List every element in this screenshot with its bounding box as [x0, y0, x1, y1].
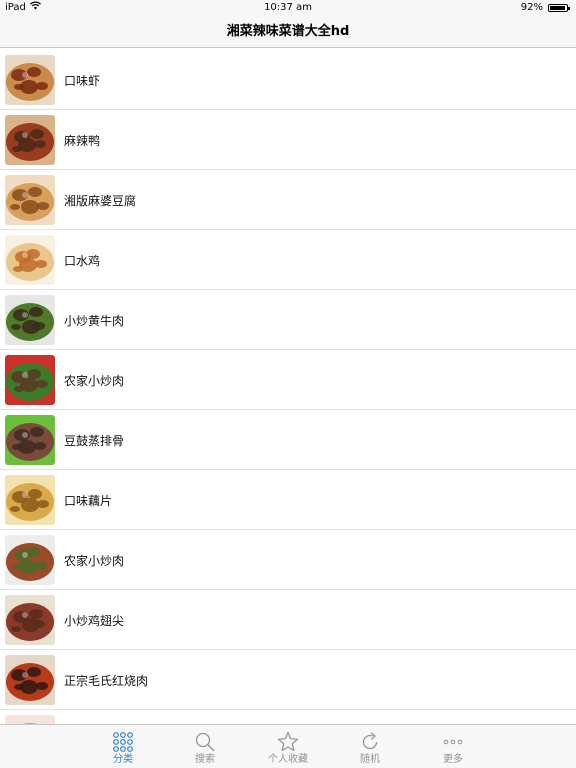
recipe-row[interactable]: 口味虾: [0, 50, 576, 110]
recipe-row[interactable]: 豆鼓蒸排骨: [0, 410, 576, 470]
tab-more[interactable]: 更多: [418, 725, 488, 768]
recipe-row[interactable]: 正宗毛氏红烧肉: [0, 650, 576, 710]
recipe-row[interactable]: 口味藕片: [0, 470, 576, 530]
recipe-thumbnail: [5, 55, 55, 105]
recipe-name: 农家小炒肉: [64, 553, 125, 568]
dish-photo: [5, 115, 55, 165]
refresh-icon: [335, 731, 405, 753]
recipe-thumbnail: [5, 415, 55, 465]
battery-cap: [568, 7, 570, 10]
recipe-list[interactable]: 口味虾 麻辣鸭 湘版麻婆豆腐 口水鸡 小炒黄牛肉 农家小炒肉 豆鼓蒸排骨 口味藕片 农家小炒肉小…: [0, 50, 576, 724]
recipe-thumbnail: [5, 355, 55, 405]
search-icon: [170, 731, 240, 753]
navigation-bar: 湘菜辣味菜谱大全hd: [0, 16, 576, 48]
recipe-thumbnail: [5, 115, 55, 165]
tab-search[interactable]: 搜索: [170, 725, 240, 768]
dish-photo: [5, 175, 55, 225]
battery-percent: 92%: [520, 2, 543, 13]
recipe-row[interactable]: 口水鸡: [0, 230, 576, 290]
star-icon: [253, 731, 323, 753]
recipe-row[interactable]: 农家小炒肉: [0, 530, 576, 590]
recipe-name: 口味虾: [64, 73, 101, 88]
recipe-thumbnail: [5, 595, 55, 645]
dish-photo: [5, 235, 55, 285]
recipe-row[interactable]: 湘版麻婆豆腐: [0, 170, 576, 230]
recipe-thumbnail: [5, 175, 55, 225]
tab-bar: 分类 搜索 个人收藏 随机 更多: [0, 724, 576, 768]
tab-label: 更多: [443, 754, 463, 765]
recipe-name: 正宗毛氏红烧肉: [64, 673, 149, 688]
recipe-name: 农家小炒肉: [64, 373, 125, 388]
recipe-thumbnail: [5, 295, 55, 345]
recipe-name: 麻辣鸭: [64, 133, 101, 148]
dish-photo: [5, 295, 55, 345]
status-bar: iPad 10:37 am 92%: [0, 0, 576, 16]
dish-photo: [5, 475, 55, 525]
battery-fill: [550, 6, 565, 10]
recipe-row[interactable]: 小炒鸡翅尖: [0, 590, 576, 650]
dish-photo: [5, 415, 55, 465]
page-title: 湘菜辣味菜谱大全hd: [226, 24, 350, 39]
recipe-thumbnail: [5, 655, 55, 705]
recipe-name: 湘版麻婆豆腐: [64, 193, 137, 208]
recipe-name: 小炒鸡翅尖: [64, 613, 125, 628]
recipe-row[interactable]: 农家小炒肉: [0, 350, 576, 410]
tab-label: 个人收藏: [268, 754, 308, 765]
recipe-thumbnail: [5, 475, 55, 525]
dish-photo: [5, 55, 55, 105]
dish-photo: [5, 355, 55, 405]
status-time: 10:37 am: [264, 2, 312, 13]
dish-photo: [5, 535, 55, 585]
dish-photo: [5, 715, 55, 724]
tab-label: 随机: [360, 754, 380, 765]
tab-star[interactable]: 个人收藏: [253, 725, 323, 768]
recipe-row[interactable]: [0, 710, 576, 724]
recipe-name: 豆鼓蒸排骨: [64, 433, 125, 448]
recipe-name: 口水鸡: [64, 253, 101, 268]
app-screen: iPad 10:37 am 92% 湘菜辣味菜谱大全hd 口味虾麻辣鸭湘版麻婆豆…: [0, 0, 576, 768]
recipe-thumbnail: [5, 715, 55, 724]
recipe-thumbnail: [5, 235, 55, 285]
recipe-thumbnail: [5, 535, 55, 585]
status-right: 92%: [521, 0, 570, 16]
more-icon: [418, 731, 488, 753]
recipe-name: 口味藕片: [64, 493, 113, 508]
recipe-row[interactable]: 小炒黄牛肉: [0, 290, 576, 350]
battery-icon: [548, 4, 570, 12]
tab-label: 分类: [113, 754, 133, 765]
dish-photo: [5, 595, 55, 645]
grid-icon: [88, 731, 158, 753]
recipe-name: 小炒黄牛肉: [64, 313, 125, 328]
tab-label: 搜索: [195, 754, 215, 765]
recipe-row[interactable]: 麻辣鸭: [0, 110, 576, 170]
tab-refresh[interactable]: 随机: [335, 725, 405, 768]
dish-photo: [5, 655, 55, 705]
tab-grid[interactable]: 分类: [88, 725, 158, 768]
